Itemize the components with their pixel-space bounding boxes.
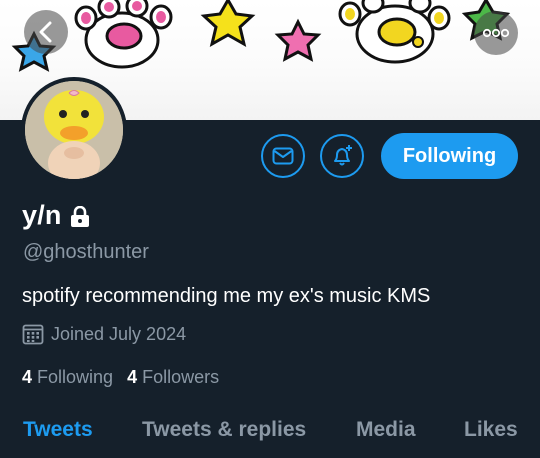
following-stat[interactable]: 4 Following (22, 367, 113, 387)
pink-star-doodle (274, 18, 322, 62)
avatar-image (25, 81, 123, 179)
tab-media[interactable]: Media (356, 418, 416, 442)
paw-doodle (338, 0, 451, 64)
lock-icon (70, 205, 89, 227)
more-options-button[interactable] (474, 11, 518, 55)
joined-date-label: Joined July 2024 (51, 323, 187, 344)
profile-bio: spotify recommending me my ex's music KM… (22, 285, 431, 307)
chevron-left-icon (39, 21, 52, 43)
display-name: y/n (22, 200, 62, 230)
bell-plus-icon (334, 145, 352, 166)
follow-stats: 4 Following 4 Followers (22, 367, 219, 388)
following-label: Following (37, 367, 114, 387)
tab-likes[interactable]: Likes (464, 418, 518, 442)
more-dots-icon (482, 28, 510, 38)
notifications-button[interactable] (320, 134, 364, 178)
followers-label: Followers (142, 367, 220, 387)
profile-tabs: Tweets Tweets & replies Media Likes (0, 418, 540, 458)
profile-handle: @ghosthunter (23, 241, 149, 263)
followers-count: 4 (127, 367, 138, 387)
tab-tweets-and-replies[interactable]: Tweets & replies (142, 418, 306, 442)
yellow-star-doodle (200, 0, 256, 47)
envelope-icon (272, 147, 294, 165)
following-count: 4 (22, 367, 33, 387)
tab-tweets[interactable]: Tweets (23, 418, 93, 442)
profile-screen: Following y/n @ghosthunter spotify recom… (0, 0, 540, 458)
paw-doodle (74, 0, 173, 69)
back-button[interactable] (24, 10, 68, 54)
avatar[interactable] (21, 77, 127, 183)
calendar-icon (22, 324, 44, 345)
joined-date: Joined July 2024 (22, 323, 186, 345)
following-button[interactable]: Following (381, 133, 518, 179)
message-button[interactable] (261, 134, 305, 178)
followers-stat[interactable]: 4 Followers (127, 367, 219, 387)
profile-name-row: y/n (22, 200, 90, 231)
